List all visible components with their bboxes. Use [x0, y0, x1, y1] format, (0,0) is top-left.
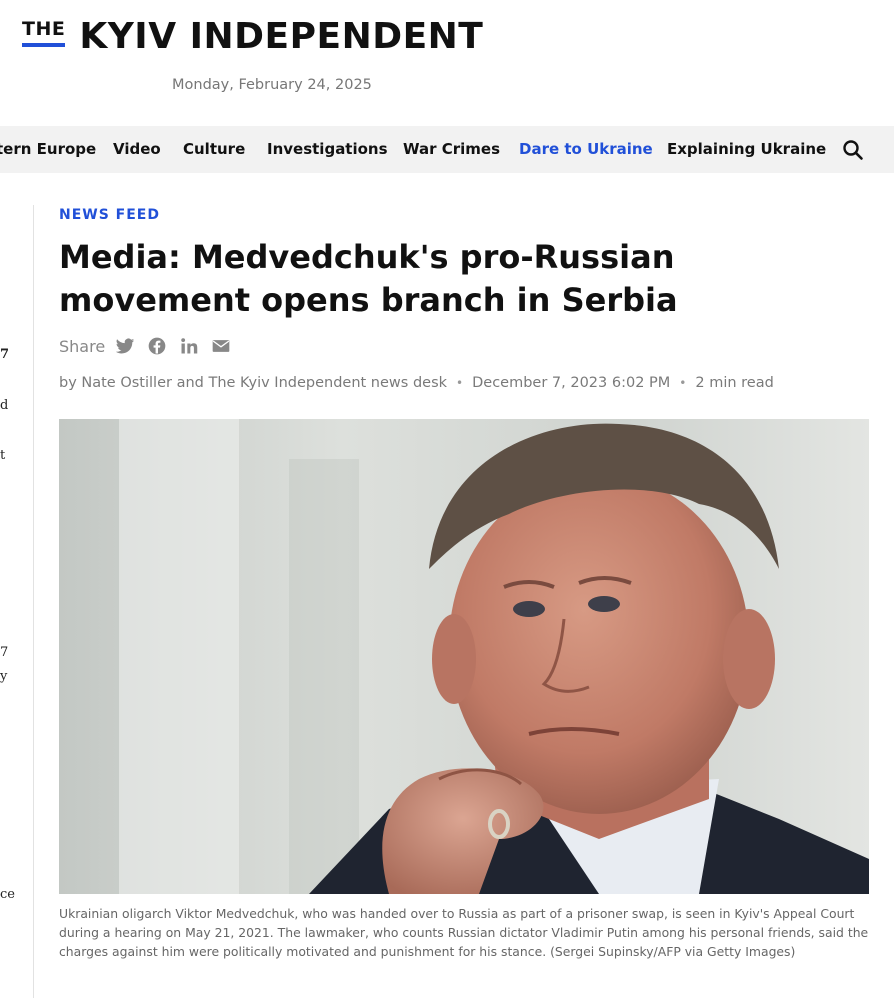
article-headline: Media: Medvedchuk's pro-Russian movement…: [59, 238, 678, 319]
article-hero-image: [59, 419, 869, 894]
nav-item-video[interactable]: Video: [113, 140, 161, 158]
left-fragment: y: [0, 669, 8, 684]
search-icon[interactable]: [842, 139, 864, 161]
nav-item-eastern-europe[interactable]: tern Europe: [0, 140, 96, 158]
main-nav: tern Europe Video Culture Investigations…: [0, 126, 894, 173]
facebook-icon[interactable]: [147, 336, 167, 356]
current-date: Monday, February 24, 2025: [172, 77, 372, 93]
nav-item-war-crimes[interactable]: War Crimes: [403, 140, 500, 158]
mail-icon[interactable]: [211, 336, 231, 356]
left-fragment: t: [0, 448, 6, 463]
logo-name: KYIV INDEPENDENT: [79, 16, 484, 57]
logo-the: THE: [22, 18, 66, 47]
twitter-icon[interactable]: [115, 336, 135, 356]
column-divider: [33, 205, 34, 998]
byline-read-time: 2 min read: [695, 375, 774, 391]
byline-authors[interactable]: by Nate Ostiller and The Kyiv Independen…: [59, 375, 447, 391]
image-caption: Ukrainian oligarch Viktor Medvedchuk, wh…: [59, 906, 869, 959]
site-logo[interactable]: THE KYIV INDEPENDENT: [22, 18, 483, 56]
nav-item-culture[interactable]: Culture: [183, 140, 245, 158]
separator-dot: •: [456, 376, 464, 390]
left-fragment: d: [0, 398, 9, 413]
share-label: Share: [59, 336, 106, 356]
separator-dot: •: [679, 376, 687, 390]
left-fragment: 7: [0, 645, 9, 660]
left-fragment: ce: [0, 887, 15, 902]
linkedin-icon[interactable]: [179, 336, 199, 356]
nav-item-explaining-ukraine[interactable]: Explaining Ukraine: [667, 140, 826, 158]
byline-date: December 7, 2023 6:02 PM: [472, 375, 671, 391]
article-byline: by Nate Ostiller and The Kyiv Independen…: [59, 375, 774, 391]
nav-item-investigations[interactable]: Investigations: [267, 140, 388, 158]
share-bar: Share: [59, 336, 243, 356]
left-fragment: 7: [0, 347, 10, 362]
nav-item-dare-to-ukraine[interactable]: Dare to Ukraine: [519, 140, 653, 158]
section-kicker[interactable]: NEWS FEED: [59, 207, 160, 223]
